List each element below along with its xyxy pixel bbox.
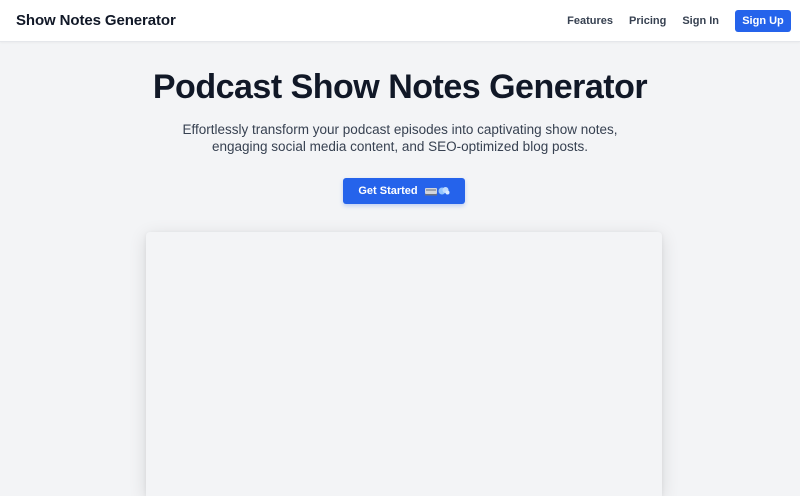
hero-subtitle: Effortlessly transform your podcast epis… <box>182 122 618 154</box>
rocket-dash-icon <box>424 185 450 197</box>
brand-logo-text[interactable]: Show Notes Generator <box>16 12 176 29</box>
preview-panel <box>146 232 662 496</box>
nav-link-sign-in[interactable]: Sign In <box>682 15 719 27</box>
nav-link-pricing[interactable]: Pricing <box>629 15 666 27</box>
nav-links: Features Pricing Sign In Sign Up <box>567 10 791 32</box>
nav-link-features[interactable]: Features <box>567 15 613 27</box>
top-navbar: Show Notes Generator Features Pricing Si… <box>0 0 800 42</box>
get-started-label: Get Started <box>358 185 418 197</box>
sign-up-button[interactable]: Sign Up <box>735 10 791 32</box>
get-started-button[interactable]: Get Started <box>343 178 465 204</box>
hero-title: Podcast Show Notes Generator <box>152 68 648 106</box>
